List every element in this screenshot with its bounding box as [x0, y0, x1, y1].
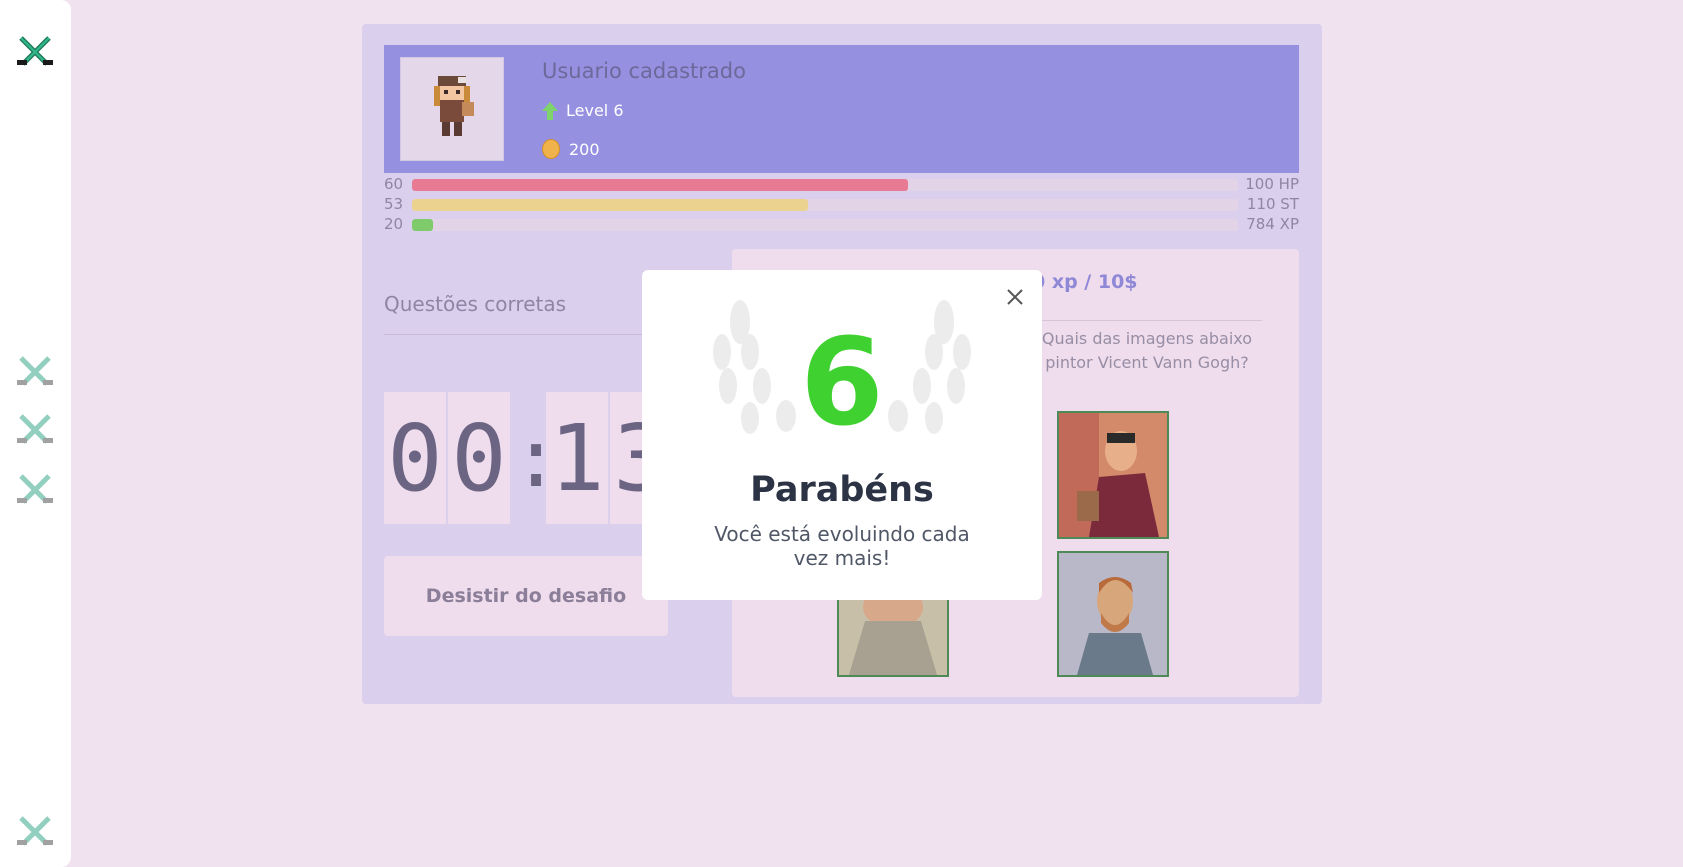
hp-max: 100 HP — [1245, 175, 1299, 193]
timer-digit: 0 — [448, 392, 510, 524]
level-indicator: Level 6 — [542, 101, 624, 120]
xp-fill — [412, 219, 433, 231]
portrait-image — [1059, 413, 1167, 537]
hp-bar: 60 100 HP — [384, 175, 1299, 193]
modal-subtitle: Você está evoluindo cada vez mais! — [714, 522, 970, 570]
hp-current: 60 — [384, 175, 404, 193]
crossed-swords-icon[interactable] — [15, 410, 55, 450]
avatar — [400, 57, 504, 161]
st-bar: 53 110 ST — [384, 195, 1299, 213]
portrait-image — [839, 591, 947, 675]
st-track — [412, 199, 1238, 211]
username: Usuario cadastrado — [542, 59, 746, 83]
questions-title: Questões corretas — [384, 292, 567, 316]
hp-fill — [412, 179, 908, 191]
crossed-swords-icon[interactable] — [15, 352, 55, 392]
crossed-swords-icon[interactable] — [15, 812, 55, 852]
timer-colon: : — [512, 411, 561, 505]
close-icon[interactable] — [1002, 284, 1028, 310]
hp-track — [412, 179, 1238, 191]
painting-option[interactable] — [837, 589, 949, 677]
xp-bar: 20 784 XP — [384, 215, 1299, 233]
portrait-image — [1059, 553, 1167, 675]
timer-digit: 1 — [546, 392, 608, 524]
level-label: Level 6 — [566, 101, 624, 120]
xp-max: 784 XP — [1246, 215, 1299, 233]
st-max: 110 ST — [1246, 195, 1299, 213]
painting-option[interactable] — [1057, 411, 1169, 539]
crossed-swords-icon[interactable] — [15, 32, 55, 72]
coin-amount: 200 — [569, 139, 600, 159]
st-current: 53 — [384, 195, 404, 213]
give-up-button[interactable]: Desistir do desafio — [384, 556, 668, 636]
level-up-modal: 6 Parabéns Você está evoluindo cada vez … — [642, 270, 1042, 600]
profile-card: Usuario cadastrado Level 6 200 — [384, 45, 1299, 173]
st-fill — [412, 199, 809, 211]
question-text: Quais das imagens abaixo pintor Vicent V… — [1041, 329, 1253, 372]
new-level-number: 6 — [800, 314, 884, 453]
coin-icon — [542, 139, 560, 159]
sidebar — [0, 0, 71, 867]
arrow-up-icon — [542, 101, 558, 120]
crossed-swords-icon[interactable] — [15, 470, 55, 510]
modal-title: Parabéns — [750, 470, 934, 510]
xp-track — [412, 219, 1238, 231]
reward-label: 0 xp / 10$ — [1032, 271, 1138, 293]
timer-digit: 0 — [384, 392, 446, 524]
character-sprite-icon — [434, 76, 474, 136]
painting-option[interactable] — [1057, 551, 1169, 677]
divider — [1032, 320, 1262, 321]
xp-current: 20 — [384, 215, 404, 233]
coin-balance: 200 — [542, 139, 600, 159]
countdown-timer: 0 0 : 1 3 — [384, 392, 674, 524]
